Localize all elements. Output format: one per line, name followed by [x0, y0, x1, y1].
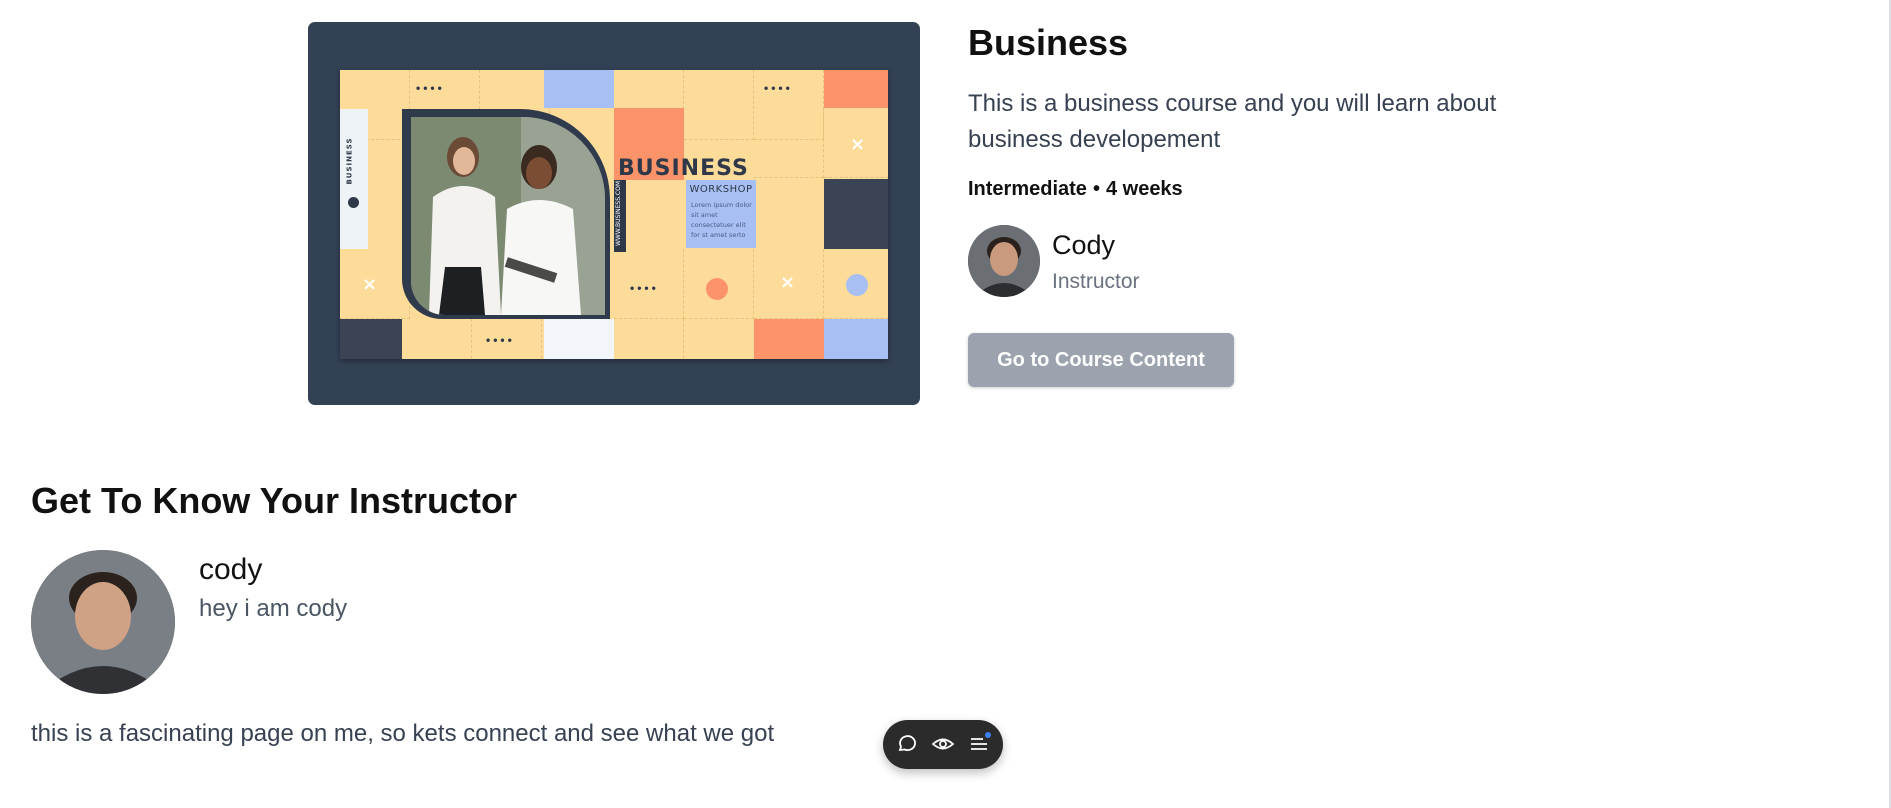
course-meta: Intermediate • 4 weeks: [968, 178, 1183, 201]
instructor-name: Cody: [1052, 230, 1116, 260]
floating-toolbar: [883, 720, 1003, 769]
menu-icon[interactable]: [967, 732, 991, 756]
course-duration: 4 weeks: [1105, 178, 1183, 200]
notification-dot: [985, 732, 991, 738]
instructor-tagline: hey i am cody: [199, 595, 348, 622]
go-to-course-content-button[interactable]: Go to Course Content: [968, 333, 1234, 387]
instructor-avatar-large: [31, 550, 175, 694]
instructor-avatar-small: [968, 225, 1040, 297]
instructor-role: Instructor: [1052, 270, 1140, 293]
section-heading: Get To Know Your Instructor: [31, 480, 517, 521]
banner-photo-frame: [402, 109, 610, 319]
course-level: Intermediate: [968, 178, 1087, 200]
course-thumbnail: •••• •••• •••• •••• × × × BUSINESS BUSIN…: [308, 22, 920, 405]
banner-workshop-badge: WORKSHOP Lorem ipsum dolor sit amet cons…: [686, 180, 756, 248]
course-banner-image: •••• •••• •••• •••• × × × BUSINESS BUSIN…: [340, 70, 888, 359]
course-description: This is a business course and you will l…: [968, 90, 1497, 153]
course-title: Business: [968, 22, 1129, 63]
banner-side-brand: BUSINESS: [340, 109, 368, 249]
instructor-bio: this is a fascinating page on me, so ket…: [31, 720, 775, 747]
comment-icon[interactable]: [895, 732, 919, 756]
eye-icon[interactable]: [931, 732, 955, 756]
banner-url: WWW.BUSINESS.COM: [614, 180, 626, 252]
instructor-profile-name: cody: [199, 553, 263, 586]
meta-separator: •: [1092, 178, 1100, 200]
banner-heading: BUSINESS: [618, 156, 749, 181]
banner-photo: [411, 117, 605, 315]
